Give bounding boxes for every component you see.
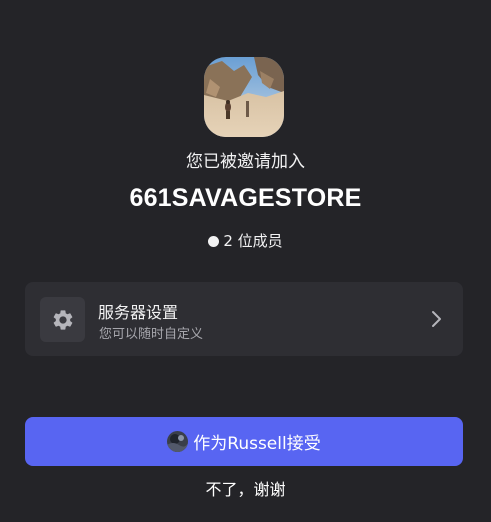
gear-icon (53, 309, 72, 330)
settings-card-subtitle: 您可以随时自定义 (99, 327, 204, 342)
user-avatar (167, 431, 189, 452)
server-name: 661SAVAGESTORE (129, 184, 362, 212)
server-settings-card[interactable]: 服务器设置 您可以随时自定义 (25, 282, 463, 356)
accept-button-label: 作为Russell接受 (193, 434, 321, 454)
accept-invite-button[interactable]: 作为Russell接受 (25, 417, 463, 466)
chevron-right-icon (432, 311, 441, 327)
member-count-label: 2 位成员 (223, 232, 283, 250)
invite-page: 您已被邀请加入 661SAVAGESTORE 2 位成员 服务器设置 您可以随时… (0, 0, 491, 522)
server-icon (204, 57, 284, 137)
gear-icon-box (40, 297, 85, 342)
decline-button[interactable]: 不了，谢谢 (0, 476, 491, 500)
member-count: 2 位成员 (0, 230, 491, 251)
member-status-dot (208, 236, 220, 247)
invited-text: 您已被邀请加入 (186, 152, 305, 172)
settings-card-title: 服务器设置 (98, 303, 179, 322)
